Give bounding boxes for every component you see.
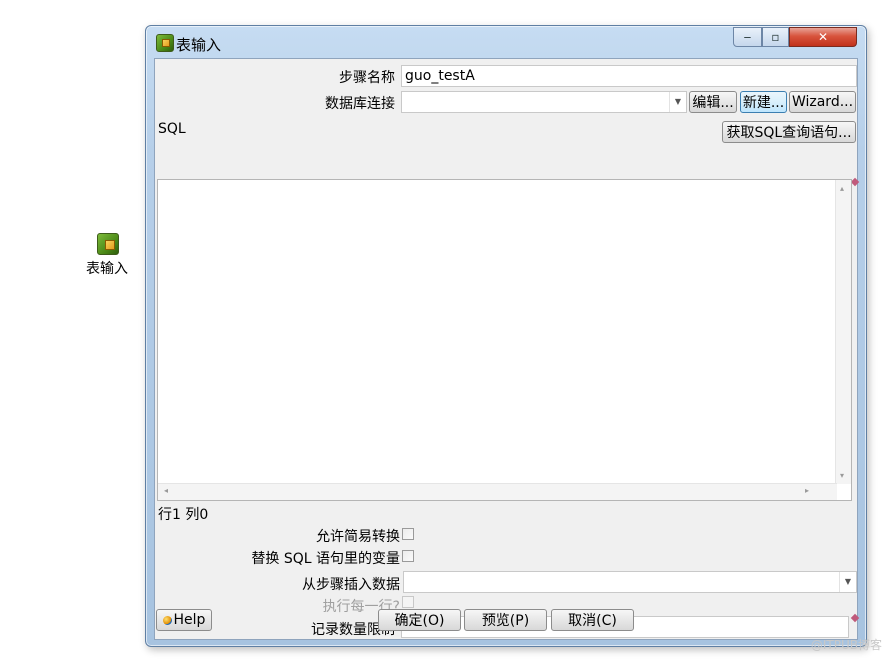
sql-label: SQL <box>158 121 186 137</box>
dialog-title: 表输入 <box>176 36 222 54</box>
cancel-button[interactable]: 取消(C) <box>551 609 634 631</box>
lazy-conversion-checkbox[interactable] <box>402 528 414 540</box>
step-name-input[interactable]: guo_testA <box>401 65 857 87</box>
edit-connection-button[interactable]: 编辑... <box>689 91 737 113</box>
close-button[interactable]: ✕ <box>789 27 857 47</box>
replace-variables-label: 替换 SQL 语句里的变量 <box>251 551 400 567</box>
scroll-right-icon[interactable]: ▸ <box>805 486 809 495</box>
insert-from-step-label: 从步骤插入数据 <box>302 577 400 593</box>
step-name-label: 步骤名称 <box>339 70 395 86</box>
execute-each-row-checkbox[interactable] <box>402 596 414 608</box>
execute-each-row-label: 执行每一行? <box>322 599 400 615</box>
help-label: Help <box>173 612 206 628</box>
variable-marker-icon <box>850 613 860 623</box>
help-button[interactable]: Help <box>156 609 212 631</box>
table-input-dialog: 表输入 ‒ ▫ ✕ 步骤名称 guo_testA 数据库连接 ▼ 编辑... 新… <box>145 25 867 647</box>
table-input-icon <box>156 34 174 52</box>
table-input-step-icon[interactable] <box>97 233 119 255</box>
replace-variables-checkbox[interactable] <box>402 550 414 562</box>
watermark: @ITPUB博客 <box>810 638 882 652</box>
chevron-down-icon[interactable]: ▼ <box>839 572 856 592</box>
cursor-position-status: 行1 列0 <box>158 507 209 523</box>
horizontal-scrollbar[interactable]: ◂ ▸ <box>158 483 837 500</box>
new-connection-button[interactable]: 新建... <box>740 91 787 113</box>
dialog-body: 步骤名称 guo_testA 数据库连接 ▼ 编辑... 新建... Wizar… <box>154 58 860 640</box>
variable-marker-icon <box>850 177 860 187</box>
step-label: 表输入 <box>86 261 128 277</box>
insert-from-step-select[interactable]: ▼ <box>403 571 857 593</box>
scroll-down-icon[interactable]: ▾ <box>840 471 844 480</box>
maximize-button[interactable]: ▫ <box>762 27 789 47</box>
db-connection-label: 数据库连接 <box>325 96 395 112</box>
scroll-up-icon[interactable]: ▴ <box>840 184 844 193</box>
help-icon <box>162 615 172 625</box>
ok-button[interactable]: 确定(O) <box>378 609 461 631</box>
scroll-left-icon[interactable]: ◂ <box>164 486 168 495</box>
minimize-button[interactable]: ‒ <box>733 27 762 47</box>
get-sql-button[interactable]: 获取SQL查询语句... <box>722 121 856 143</box>
preview-button[interactable]: 预览(P) <box>464 609 547 631</box>
limit-label: 记录数量限制 <box>311 622 395 638</box>
chevron-down-icon[interactable]: ▼ <box>669 92 686 112</box>
vertical-scrollbar[interactable]: ▴ ▾ <box>835 180 851 484</box>
wizard-button[interactable]: Wizard... <box>789 91 856 113</box>
sql-editor[interactable]: ▴ ▾ ◂ ▸ <box>157 179 852 501</box>
lazy-conversion-label: 允许简易转换 <box>316 529 400 545</box>
db-connection-select[interactable]: ▼ <box>401 91 687 113</box>
